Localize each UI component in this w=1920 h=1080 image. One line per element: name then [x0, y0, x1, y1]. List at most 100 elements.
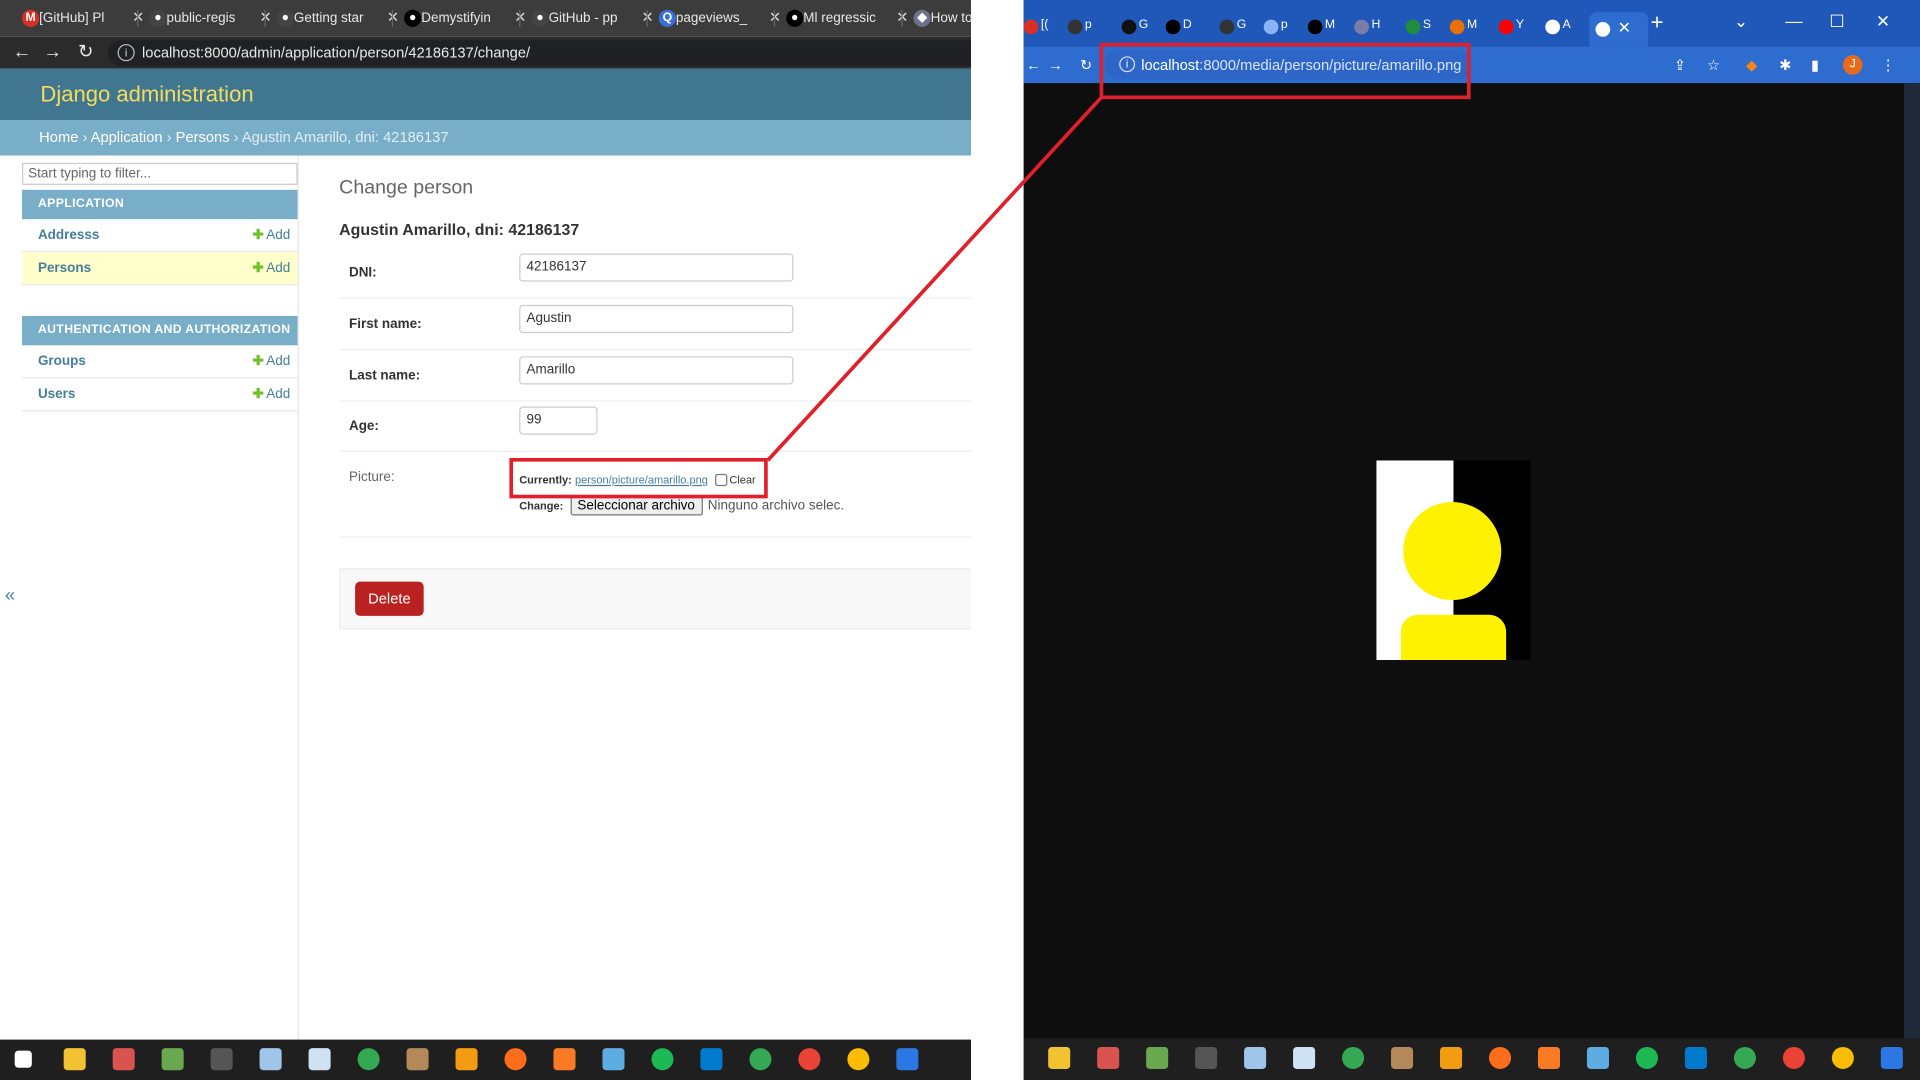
- back-arrow-icon[interactable]: ←: [1026, 56, 1041, 73]
- calculator-icon[interactable]: [308, 1048, 331, 1071]
- minimize-icon[interactable]: —: [1785, 11, 1802, 31]
- bookmark-star-icon[interactable]: ☆: [1707, 56, 1720, 73]
- breadcrumb-application[interactable]: Application: [91, 129, 163, 146]
- chrome-icon[interactable]: [798, 1048, 821, 1071]
- photos-icon[interactable]: [896, 1048, 919, 1071]
- xampp-icon[interactable]: [553, 1048, 576, 1071]
- calculator-icon[interactable]: [1293, 1046, 1316, 1069]
- sidebar-item-label[interactable]: Persons: [38, 261, 91, 276]
- choose-file-button[interactable]: Seleccionar archivo: [570, 495, 703, 516]
- tab-r-1[interactable]: [(: [1023, 17, 1051, 39]
- tab-r-3[interactable]: G: [1121, 17, 1149, 39]
- first-name-field[interactable]: Agustin: [519, 304, 794, 334]
- vscode-icon[interactable]: [1684, 1046, 1707, 1069]
- tab-gmail[interactable]: M [GitHub] Pl ✕: [20, 5, 147, 32]
- tab-how-to[interactable]: ◆ How to: [911, 5, 971, 32]
- tab-r-4[interactable]: D: [1165, 17, 1193, 39]
- tab-search-icon[interactable]: ⌄: [1734, 11, 1748, 32]
- windows-start-icon[interactable]: [14, 1050, 32, 1068]
- avatar[interactable]: J: [1842, 55, 1863, 75]
- chrome-icon[interactable]: [1342, 1046, 1365, 1069]
- file-explorer-icon[interactable]: [63, 1048, 86, 1071]
- sidebar-item-persons[interactable]: Persons ✚ Add: [22, 252, 298, 286]
- module-caption-application[interactable]: APPLICATION: [22, 189, 298, 220]
- breadcrumb-home[interactable]: Home: [39, 129, 78, 146]
- forward-arrow-icon[interactable]: →: [40, 40, 64, 64]
- add-link[interactable]: ✚ Add: [252, 219, 290, 251]
- xampp-icon[interactable]: [1537, 1046, 1561, 1069]
- add-link[interactable]: ✚ Add: [252, 252, 290, 284]
- close-icon[interactable]: ✕: [1618, 18, 1631, 38]
- new-tab-icon[interactable]: +: [1651, 10, 1664, 36]
- tab-r-9[interactable]: S: [1405, 17, 1433, 39]
- file-explorer-icon[interactable]: [1048, 1046, 1071, 1069]
- left-url-bar[interactable]: i localhost:8000/admin/application/perso…: [107, 40, 972, 67]
- photos-icon[interactable]: [1880, 1046, 1903, 1069]
- module-caption-auth[interactable]: AUTHENTICATION AND AUTHORIZATION: [22, 315, 298, 346]
- tab-r-5[interactable]: G: [1219, 17, 1247, 39]
- tab-getting-started[interactable]: ● Getting star ✕: [274, 5, 401, 32]
- last-name-field[interactable]: Amarillo: [519, 356, 794, 385]
- chrome-icon[interactable]: [357, 1048, 380, 1071]
- menu-kebab-icon[interactable]: ⋮: [1881, 56, 1896, 73]
- metamask-icon[interactable]: ◆: [1746, 56, 1757, 73]
- tab-r-11[interactable]: Y: [1498, 17, 1526, 39]
- sidebar-item-label[interactable]: Users: [38, 387, 75, 402]
- tab-r-10[interactable]: M: [1449, 17, 1477, 39]
- chrome-icon[interactable]: [1831, 1046, 1854, 1069]
- git-icon[interactable]: [1146, 1046, 1169, 1069]
- workbench-icon[interactable]: [1586, 1046, 1609, 1069]
- sidebar-item-addresss[interactable]: Addresss ✚ Add: [22, 219, 298, 253]
- tab-r-8[interactable]: H: [1354, 17, 1381, 39]
- chrome-icon[interactable]: [1733, 1046, 1756, 1069]
- share-icon[interactable]: ⇪: [1674, 56, 1686, 73]
- maximize-icon[interactable]: ☐: [1829, 11, 1844, 32]
- sidebar-item-label[interactable]: Groups: [38, 354, 86, 369]
- sidebar-item-label[interactable]: Addresss: [38, 228, 99, 243]
- chrome-icon[interactable]: [1782, 1046, 1805, 1069]
- add-link[interactable]: ✚ Add: [252, 345, 290, 377]
- tab-ml-regression[interactable]: ● Ml regressic ✕: [784, 5, 911, 32]
- notepad-icon[interactable]: [259, 1048, 282, 1071]
- close-window-icon[interactable]: ✕: [1876, 11, 1890, 32]
- notepad-icon[interactable]: [1244, 1046, 1267, 1069]
- tab-r-6[interactable]: p: [1263, 17, 1291, 39]
- postman-icon[interactable]: [504, 1048, 527, 1071]
- sidebar-filter-input[interactable]: Start typing to filter...: [22, 162, 298, 185]
- git-icon[interactable]: [161, 1048, 184, 1071]
- age-field[interactable]: 99: [519, 406, 598, 435]
- forward-arrow-icon[interactable]: →: [1048, 56, 1063, 73]
- toggle-sidebar-button[interactable]: «: [5, 585, 15, 606]
- terminal-icon[interactable]: [210, 1048, 233, 1071]
- tab-r-7[interactable]: M: [1307, 17, 1335, 39]
- side-panel-icon[interactable]: ▮: [1811, 56, 1819, 73]
- postman-icon[interactable]: [1488, 1046, 1512, 1069]
- sublime-icon[interactable]: [1440, 1046, 1463, 1069]
- tab-demystifying[interactable]: ● Demystifyin ✕: [402, 5, 529, 32]
- tab-r-2[interactable]: p: [1067, 17, 1095, 39]
- filezilla-icon[interactable]: [1097, 1046, 1120, 1069]
- package-icon[interactable]: [406, 1048, 429, 1071]
- sublime-icon[interactable]: [455, 1048, 478, 1071]
- extensions-icon[interactable]: ✱: [1779, 56, 1791, 73]
- spotify-icon[interactable]: [651, 1048, 674, 1071]
- sidebar-item-groups[interactable]: Groups ✚ Add: [22, 345, 298, 379]
- reload-icon[interactable]: ↻: [73, 40, 97, 64]
- filezilla-icon[interactable]: [112, 1048, 135, 1071]
- tab-r-12[interactable]: A: [1545, 17, 1572, 39]
- vscode-icon[interactable]: [700, 1048, 723, 1071]
- dni-field[interactable]: 42186137: [519, 253, 794, 282]
- spotify-icon[interactable]: [1635, 1046, 1658, 1069]
- sidebar-item-users[interactable]: Users ✚ Add: [22, 378, 298, 412]
- package-icon[interactable]: [1391, 1046, 1414, 1069]
- terminal-icon[interactable]: [1195, 1046, 1218, 1069]
- breadcrumb-persons[interactable]: Persons: [176, 129, 230, 146]
- tab-public-regis[interactable]: ● public-regis ✕: [147, 5, 274, 32]
- reload-icon[interactable]: ↻: [1080, 56, 1092, 73]
- chrome-icon[interactable]: [847, 1048, 870, 1071]
- chrome-icon[interactable]: [749, 1048, 772, 1071]
- back-arrow-icon[interactable]: ←: [10, 40, 34, 64]
- active-tab[interactable]: ✕: [1589, 12, 1649, 47]
- delete-button[interactable]: Delete: [355, 581, 424, 616]
- site-brand[interactable]: Django administration: [40, 82, 253, 108]
